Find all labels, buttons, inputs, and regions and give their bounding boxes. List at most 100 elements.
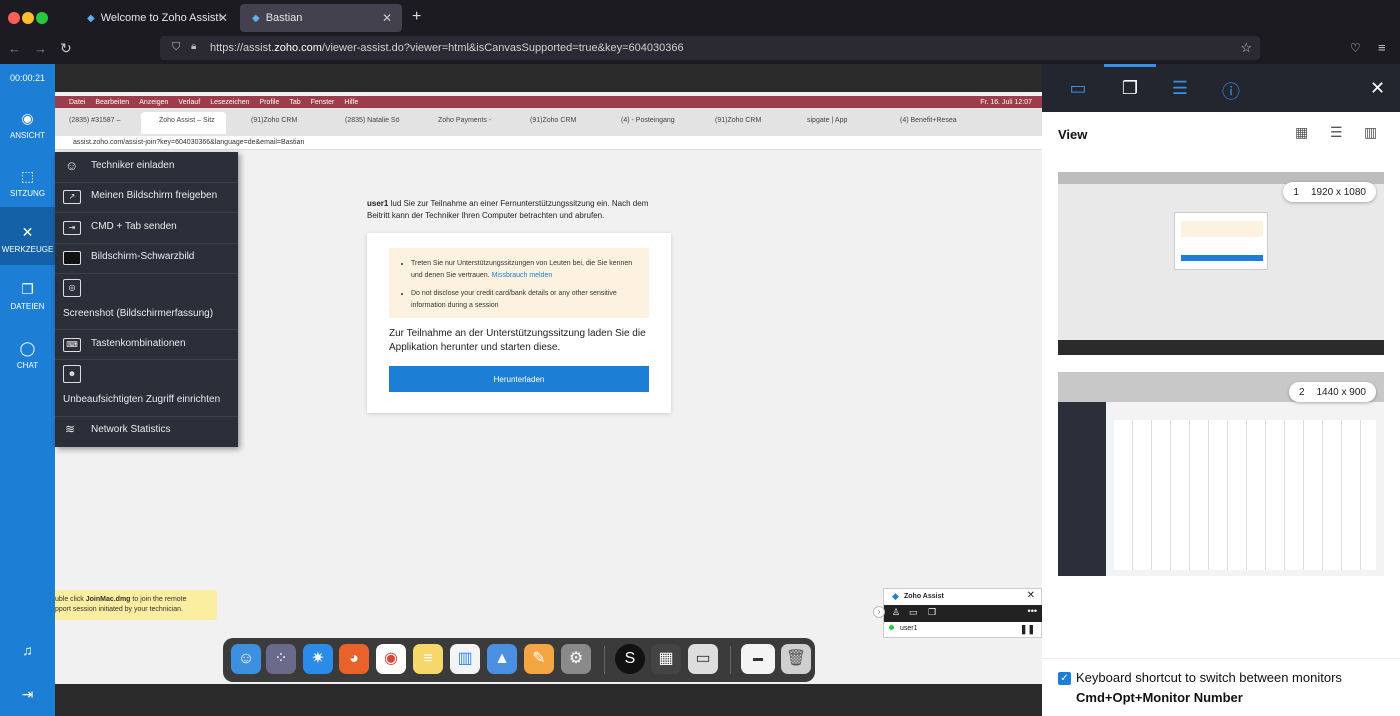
maximize-window-dot[interactable] — [36, 12, 48, 24]
notes-icon[interactable]: ≡ — [413, 644, 443, 674]
menu-item[interactable]: Bearbeiten — [95, 99, 129, 106]
numbers-icon[interactable]: ▥ — [450, 644, 480, 674]
notif-text: to join the remote — [130, 596, 187, 603]
close-icon[interactable]: ✕ — [1027, 590, 1035, 601]
firefox-icon[interactable]: ◕ — [339, 644, 369, 674]
remote-tab[interactable]: (91)Zoho CRM — [715, 117, 761, 124]
pocket-icon[interactable]: ♡ — [1350, 41, 1361, 55]
bell-icon[interactable]: ♫ — [0, 642, 55, 658]
tools-item-network[interactable]: ≋ Network Statistics — [55, 422, 238, 438]
url-bar[interactable]: ⛉ 🔒︎ https://assist. zoho.com/viewer-assi… — [160, 36, 1260, 60]
forward-icon[interactable]: → — [34, 41, 47, 56]
camera-icon: ◎ — [63, 279, 81, 297]
close-icon[interactable]: ✕ — [382, 11, 392, 25]
tools-item-label: Screenshot (Bildschirmerfassung) — [63, 308, 214, 319]
more-icon[interactable]: ••• — [1028, 606, 1037, 616]
active-tab-indicator — [1104, 64, 1156, 67]
preview-icon[interactable]: ▭ — [688, 644, 718, 674]
sidebar-item-werkzeuge[interactable]: ✕ WERKZEUGE — [0, 207, 55, 265]
minimize-window-dot[interactable] — [22, 12, 34, 24]
pages-icon[interactable]: ✎ — [524, 644, 554, 674]
grid-layout-icon[interactable]: ▦ — [1295, 124, 1308, 141]
remote-tab[interactable]: Zoho Payments - — [438, 117, 491, 124]
info-tab-icon[interactable]: ⓘ — [1219, 78, 1243, 102]
sidebar-item-ansicht[interactable]: ◉ ANSICHT — [0, 110, 55, 140]
system-preferences-icon[interactable]: ⚙ — [561, 644, 591, 674]
monitor-2-thumbnail[interactable]: 2 1440 x 900 — [1058, 372, 1384, 576]
keynote-icon[interactable]: ▲ — [487, 644, 517, 674]
tools-item-cmd-tab[interactable]: ⇥ CMD + Tab senden — [55, 221, 238, 235]
sidebar-item-chat[interactable]: ◯ CHAT — [0, 340, 55, 370]
finder-icon[interactable]: ☺ — [231, 644, 261, 674]
hamburger-menu-icon[interactable]: ≡ — [1378, 40, 1386, 55]
bookmark-star-icon[interactable]: ☆ — [1240, 40, 1252, 56]
trash-icon[interactable]: 🗑︎ — [781, 644, 811, 674]
menu-item[interactable]: Anzeigen — [139, 99, 168, 106]
menu-item[interactable]: Lesezeichen — [210, 99, 249, 106]
chevron-right-icon[interactable]: › — [873, 606, 885, 618]
remote-tab[interactable]: (4) - Posteingang — [621, 117, 675, 124]
tools-item-blank-screen[interactable]: Bildschirm-Schwarzbild — [55, 251, 238, 265]
remote-tab[interactable]: (2835) #31587 – — [69, 117, 120, 124]
url-path: /viewer-assist.do?viewer=html&isCanvasSu… — [321, 42, 684, 54]
downloads-stack-icon[interactable]: ▬ — [741, 644, 775, 674]
notif-text: pport session initiated by your technici… — [55, 606, 184, 613]
menu-item[interactable]: Fenster — [311, 99, 335, 106]
sidebar-item-label: SITZUNG — [9, 189, 46, 198]
eye-icon: ◉ — [21, 110, 34, 126]
chat-icon[interactable]: ▭ — [909, 607, 918, 618]
new-tab-button[interactable]: + — [412, 8, 421, 26]
notes-tab-icon[interactable]: ☰ — [1168, 78, 1192, 100]
menu-item[interactable]: Verlauf — [178, 99, 200, 106]
reload-icon[interactable]: ↻ — [60, 40, 72, 57]
tab-bastian[interactable]: ◆ Bastian ✕ — [240, 4, 402, 32]
menu-item[interactable]: Tab — [289, 99, 300, 106]
remote-tab[interactable]: (2835) Natalie Sö — [345, 117, 399, 124]
menu-item[interactable]: Datei — [69, 99, 85, 106]
chat-tab-icon[interactable]: ▭ — [1066, 78, 1090, 100]
report-abuse-link[interactable]: Missbrauch melden — [492, 272, 553, 279]
user-icon[interactable]: ♙ — [892, 607, 900, 618]
remote-url-bar[interactable]: assist.zoho.com/assist-join?key=60403036… — [55, 136, 1042, 150]
close-icon[interactable]: ✕ — [218, 11, 228, 25]
keyboard-shortcut-checkbox[interactable]: ✓ — [1058, 672, 1071, 685]
back-icon[interactable]: ← — [8, 41, 21, 56]
close-window-dot[interactable] — [8, 12, 20, 24]
view-header: View ▦ ☰ ▥ — [1042, 112, 1400, 151]
list-layout-icon[interactable]: ☰ — [1330, 124, 1343, 141]
sidebar-item-sitzung[interactable]: ⬚ SITZUNG — [0, 154, 55, 206]
exit-session-icon[interactable]: ⇥ — [0, 686, 55, 703]
mini-user: user1 — [900, 625, 918, 632]
safari-icon[interactable]: ✷ — [303, 644, 333, 674]
app-icon[interactable]: S — [615, 644, 645, 674]
calculator-icon[interactable]: ▦ — [651, 644, 681, 674]
tab-welcome[interactable]: ◆ Welcome to Zoho Assist! ✕ — [75, 4, 238, 32]
tools-item-share-screen[interactable]: ↗ Meinen Bildschirm freigeben — [55, 190, 238, 204]
tools-item-label: Meinen Bildschirm freigeben — [91, 190, 218, 201]
remote-tab[interactable]: Zoho Assist – Sitz — [159, 117, 215, 124]
column-layout-icon[interactable]: ▥ — [1364, 124, 1377, 141]
tools-item-unattended[interactable]: ☻ Unbeaufsichtigten Zugriff einrichten — [55, 365, 238, 409]
remote-tab[interactable]: sipgate | App — [807, 117, 847, 124]
sidebar-item-dateien[interactable]: ❐ DATEIEN — [0, 281, 55, 311]
session-sidebar: 00:00:21 ◉ ANSICHT ⬚ SITZUNG ✕ WERKZEUGE… — [0, 64, 55, 716]
thumb-window — [1174, 212, 1268, 270]
menu-item[interactable]: Hilfe — [344, 99, 358, 106]
launchpad-icon[interactable]: ⁘ — [266, 644, 296, 674]
remote-tab[interactable]: (4) Benefit+Resea — [900, 117, 957, 124]
remote-tab[interactable]: (91)Zoho CRM — [530, 117, 576, 124]
remote-tab[interactable]: (91)Zoho CRM — [251, 117, 297, 124]
monitors-tab-icon[interactable]: ❐ — [1118, 78, 1142, 100]
chrome-icon[interactable]: ◉ — [376, 644, 406, 674]
tools-item-screenshot[interactable]: ◎ Screenshot (Bildschirmerfassung) — [55, 279, 238, 323]
share-screen-icon: ↗ — [63, 190, 81, 204]
menu-item[interactable]: Profile — [260, 99, 280, 106]
monitor-1-thumbnail[interactable]: 1 1920 x 1080 — [1058, 172, 1384, 355]
tools-item-invite[interactable]: ☺ Techniker einladen — [55, 158, 238, 174]
monitor-resolution: 1440 x 900 — [1316, 386, 1367, 398]
tools-item-shortcuts[interactable]: ⌨ Tastenkombinationen — [55, 338, 238, 352]
pause-icon[interactable]: ❚❚ — [1020, 624, 1035, 635]
download-button[interactable]: Herunterladen — [389, 366, 649, 392]
files-icon[interactable]: ❐ — [928, 607, 936, 618]
close-panel-icon[interactable]: ✕ — [1370, 78, 1385, 99]
